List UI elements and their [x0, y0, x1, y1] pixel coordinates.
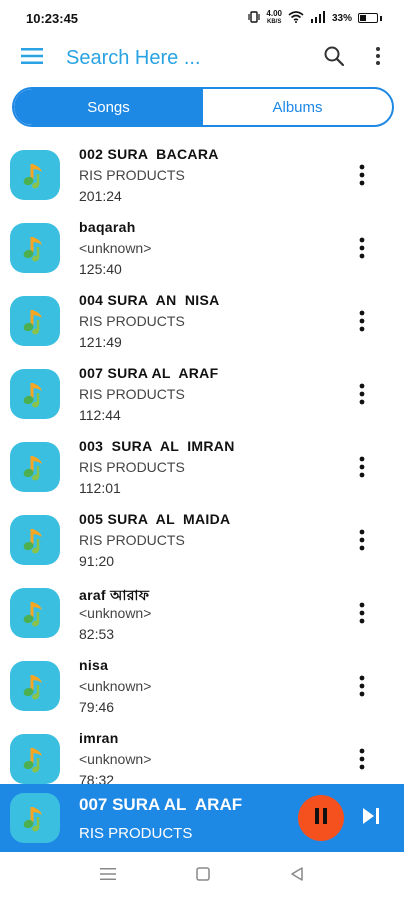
tab-albums[interactable]: Albums	[203, 89, 392, 125]
status-icons: 4.00 KB/S 33%	[248, 10, 382, 26]
song-more-button[interactable]	[350, 381, 374, 411]
pause-button[interactable]	[298, 795, 344, 841]
vertical-dots-icon	[359, 164, 365, 191]
song-duration: 125:40	[79, 261, 122, 277]
vertical-dots-icon	[375, 46, 381, 71]
now-playing-title: 007 SURA AL ARAF	[79, 795, 243, 814]
song-row[interactable]: 007 SURA AL ARAF RIS PRODUCTS 112:44	[0, 359, 404, 432]
song-artist: <unknown>	[79, 240, 152, 256]
vertical-dots-icon	[359, 237, 365, 264]
battery-level: 33%	[331, 12, 352, 24]
tab-switcher: Songs Albums	[12, 87, 394, 127]
app-bar: Search Here ...	[0, 36, 404, 80]
vertical-dots-icon	[359, 675, 365, 702]
song-title: 003 SURA AL IMRAN	[79, 438, 235, 454]
status-bar: 10:23:45 4.00 KB/S 33%	[0, 0, 404, 36]
home-button[interactable]	[196, 866, 210, 886]
song-artist: RIS PRODUCTS	[79, 532, 185, 548]
song-artist: RIS PRODUCTS	[79, 167, 185, 183]
vibrate-icon	[248, 10, 261, 26]
song-more-button[interactable]	[350, 235, 374, 265]
song-list: 002 SURA BACARA RIS PRODUCTS 201:24 baqa…	[0, 140, 404, 784]
music-note-icon	[10, 734, 60, 784]
song-artist: <unknown>	[79, 751, 152, 767]
status-time: 10:23:45	[26, 10, 79, 26]
vertical-dots-icon	[359, 456, 365, 483]
vertical-dots-icon	[359, 529, 365, 556]
signal-icon	[310, 10, 326, 26]
song-title: baqarah	[79, 219, 136, 235]
system-nav-bar	[0, 852, 404, 900]
song-row[interactable]: 002 SURA BACARA RIS PRODUCTS 201:24	[0, 140, 404, 213]
menu-lines-icon	[100, 867, 116, 885]
hamburger-menu-icon	[21, 47, 43, 69]
song-more-button[interactable]	[350, 600, 374, 630]
overflow-menu-button[interactable]	[356, 36, 400, 80]
song-row[interactable]: imran <unknown> 78:32	[0, 724, 404, 784]
music-note-icon	[10, 369, 60, 419]
music-note-icon	[10, 150, 60, 200]
song-duration: 121:49	[79, 334, 122, 350]
vertical-dots-icon	[359, 310, 365, 337]
song-artist: <unknown>	[79, 678, 152, 694]
song-more-button[interactable]	[350, 673, 374, 703]
music-note-icon	[10, 661, 60, 711]
skip-next-button[interactable]	[357, 804, 385, 832]
skip-next-icon	[361, 807, 381, 830]
vertical-dots-icon	[359, 602, 365, 629]
song-row[interactable]: nisa <unknown> 79:46	[0, 651, 404, 724]
music-note-icon	[10, 588, 60, 638]
music-note-icon	[10, 296, 60, 346]
song-more-button[interactable]	[350, 162, 374, 192]
song-title: nisa	[79, 657, 109, 673]
tab-songs[interactable]: Songs	[14, 89, 203, 125]
music-note-icon	[10, 793, 60, 843]
square-icon	[196, 866, 210, 885]
song-artist: RIS PRODUCTS	[79, 313, 185, 329]
network-speed: 4.00 KB/S	[266, 9, 282, 26]
song-duration: 78:32	[79, 772, 115, 784]
pause-icon	[314, 807, 328, 829]
search-button[interactable]	[312, 36, 356, 80]
song-duration: 112:44	[79, 407, 121, 423]
recents-button[interactable]	[100, 867, 116, 886]
wifi-icon	[288, 10, 304, 26]
song-title: 007 SURA AL ARAF	[79, 365, 219, 381]
vertical-dots-icon	[359, 748, 365, 775]
song-artist: RIS PRODUCTS	[79, 459, 185, 475]
search-input[interactable]: Search Here ...	[64, 47, 312, 70]
song-row[interactable]: 004 SURA AN NISA RIS PRODUCTS 121:49	[0, 286, 404, 359]
song-more-button[interactable]	[350, 746, 374, 776]
vertical-dots-icon	[359, 383, 365, 410]
battery-icon	[358, 13, 382, 23]
song-more-button[interactable]	[350, 454, 374, 484]
song-title: 004 SURA AN NISA	[79, 292, 220, 308]
song-row[interactable]: 003 SURA AL IMRAN RIS PRODUCTS 112:01	[0, 432, 404, 505]
song-title: imran	[79, 730, 119, 746]
song-duration: 112:01	[79, 480, 121, 496]
song-title: 005 SURA AL MAIDA	[79, 511, 231, 527]
music-note-icon	[10, 515, 60, 565]
song-more-button[interactable]	[350, 527, 374, 557]
song-duration: 91:20	[79, 553, 115, 569]
music-note-icon	[10, 223, 60, 273]
song-duration: 201:24	[79, 188, 122, 204]
song-more-button[interactable]	[350, 308, 374, 338]
menu-button[interactable]	[0, 36, 64, 80]
search-icon	[323, 45, 345, 72]
song-duration: 79:46	[79, 699, 115, 715]
song-title: araf আরাফ	[79, 587, 150, 603]
mini-player[interactable]: 007 SURA AL ARAF RIS PRODUCTS	[0, 784, 404, 852]
song-title: 002 SURA BACARA	[79, 146, 219, 162]
back-triangle-icon	[290, 866, 304, 885]
song-duration: 82:53	[79, 626, 115, 642]
back-button[interactable]	[290, 866, 304, 886]
song-row[interactable]: baqarah <unknown> 125:40	[0, 213, 404, 286]
now-playing-artist: RIS PRODUCTS	[79, 825, 193, 842]
song-artist: <unknown>	[79, 605, 152, 621]
song-row[interactable]: araf আরাফ <unknown> 82:53	[0, 578, 404, 651]
music-note-icon	[10, 442, 60, 492]
song-artist: RIS PRODUCTS	[79, 386, 185, 402]
song-row[interactable]: 005 SURA AL MAIDA RIS PRODUCTS 91:20	[0, 505, 404, 578]
